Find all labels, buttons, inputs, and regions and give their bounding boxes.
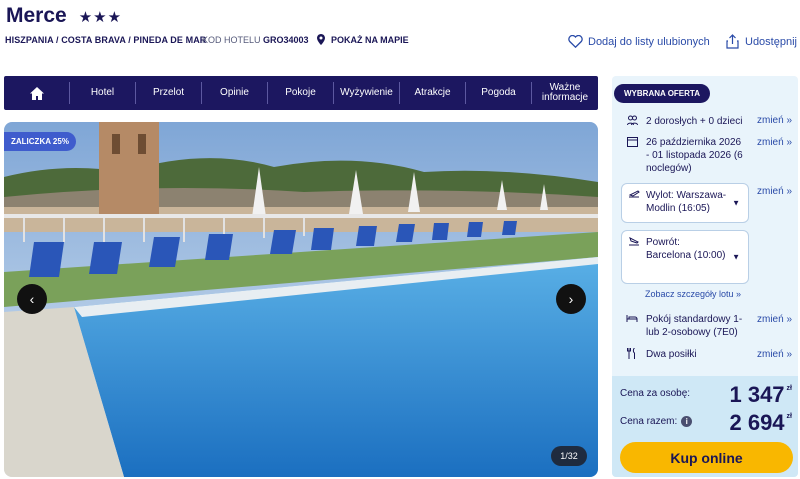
change-room-link[interactable]: zmień » [757,314,792,325]
add-to-favorites-link[interactable]: Dodaj do listy ulubionych [568,35,710,48]
nav-reviews[interactable]: Opinie [202,82,268,104]
hotel-title: Merce ★★★ [6,4,122,28]
home-icon [29,86,44,100]
breadcrumb: HISZPANIA / COSTA BRAVA / PINEDA DE MAR [5,35,207,45]
change-dates-link[interactable]: zmień » [757,137,792,148]
show-on-map-link[interactable]: POKAŻ NA MAPIE [317,34,409,45]
room-row: Pokój standardowy 1- lub 2-osobowy (7E0) [626,313,746,339]
gallery-counter: 1/32 [551,446,587,466]
board-text: Dwa posiłki [646,349,697,360]
travelers-row: 2 dorosłych + 0 dzieci [626,115,742,130]
cutlery-icon [626,347,638,363]
calendar-icon [626,136,638,151]
price-per-person: 1 347 zł [729,382,792,408]
nav-weather[interactable]: Pogoda [466,82,532,104]
map-pin-icon [317,34,325,45]
pool-photo-illustration [4,122,598,477]
dropdown-caret-icon: ▼ [732,252,740,262]
price-total-label-group: Cena razem: i [620,416,693,427]
nav-important-info[interactable]: Ważne informacje [532,82,598,104]
price-total-value: 2 694 [729,410,785,435]
hotel-code-label: KOD HOTELU [202,35,261,45]
offer-title: WYBRANA OFERTA [614,84,710,103]
plane-takeoff-icon [628,189,640,217]
outbound-flight-text: Wylot: Warszawa-Modlin (16:05) [646,190,727,214]
hotel-code: KOD HOTELU GRO34003 [202,35,309,45]
price-total-label: Cena razem: [620,416,678,427]
section-navbar: Hotel Przelot Opinie Pokoje Wyżywienie A… [4,76,598,110]
chevron-left-icon: ‹ [29,291,35,307]
change-flight-link[interactable]: zmień » [757,186,792,197]
nav-home[interactable] [4,82,70,104]
hotel-code-value: GRO34003 [263,35,309,45]
board-row: Dwa posiłki [626,347,697,363]
price-per-person-value: 1 347 [729,382,785,407]
travelers-text: 2 dorosłych + 0 dzieci [646,116,743,127]
nav-board[interactable]: Wyżywienie [334,82,400,104]
price-per-person-label: Cena za osobę: [620,388,691,399]
dates-text: 26 października 2026 - 01 listopada 2026… [646,137,743,174]
map-link-label: POKAŻ NA MAPIE [331,34,409,45]
buy-online-button[interactable]: Kup online [620,442,793,473]
bed-icon [626,313,638,327]
nav-hotel[interactable]: Hotel [70,82,136,104]
change-travelers-link[interactable]: zmień » [757,115,792,126]
chevron-right-icon: › [568,291,574,307]
share-icon [726,34,739,49]
info-icon[interactable]: i [681,416,693,427]
plane-landing-icon [628,236,640,278]
outbound-flight-select[interactable]: Wylot: Warszawa-Modlin (16:05) ▼ [621,183,749,223]
offer-panel: WYBRANA OFERTA 2 dorosłych + 0 dzieci zm… [612,76,798,477]
return-flight-text: Powrót: Barcelona (10:00) [646,237,726,261]
price-total: 2 694 zł [729,410,792,436]
gallery-next-button[interactable]: › [556,284,586,314]
hotel-stars: ★★★ [78,9,123,26]
hotel-photo[interactable] [4,122,598,477]
people-icon [626,115,638,130]
currency-label: zł [786,385,792,392]
share-link[interactable]: Udostępnij [726,34,797,49]
share-label: Udostępnij [745,35,797,48]
heart-icon [568,35,583,48]
gallery-prev-button[interactable]: ‹ [17,284,47,314]
nav-flight[interactable]: Przelot [136,82,202,104]
nav-rooms[interactable]: Pokoje [268,82,334,104]
currency-label: zł [786,413,792,420]
hotel-name: Merce [6,4,67,27]
favorites-label: Dodaj do listy ulubionych [588,35,710,48]
dropdown-caret-icon: ▼ [732,198,740,208]
change-board-link[interactable]: zmień » [757,349,792,360]
flight-details-link[interactable]: Zobacz szczegóły lotu » [645,289,741,299]
dates-row: 26 października 2026 - 01 listopada 2026… [626,136,746,175]
return-flight-select[interactable]: Powrót: Barcelona (10:00) ▼ [621,230,749,284]
nav-attractions[interactable]: Atrakcje [400,82,466,104]
room-text: Pokój standardowy 1- lub 2-osobowy (7E0) [646,314,743,338]
deposit-badge: ZALICZKA 25% [4,132,76,151]
